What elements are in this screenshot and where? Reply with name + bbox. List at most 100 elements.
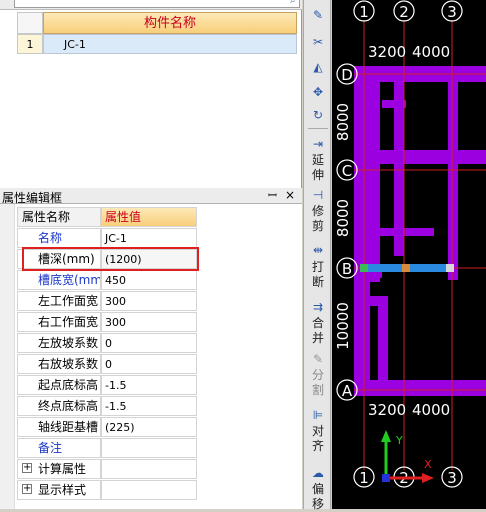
property-value[interactable]: 300 <box>101 312 197 332</box>
property-row-right-slope[interactable]: 右放坡系数 0 <box>17 354 197 374</box>
split-label: 分割 <box>311 368 324 397</box>
property-value[interactable]: 300 <box>101 291 197 311</box>
grid-row-component-name[interactable]: JC-1 <box>43 34 297 54</box>
align-button[interactable]: 对齐 <box>310 424 326 454</box>
wall-left <box>354 66 370 380</box>
break-icon[interactable]: ⇹ <box>310 243 326 257</box>
pin-icon[interactable]: ꟷ <box>268 190 280 202</box>
property-row-right-work-width[interactable]: 右工作面宽 300 <box>17 312 197 332</box>
break-button[interactable]: 打断 <box>310 260 326 290</box>
axis-top-label: 1 <box>359 3 369 21</box>
node-marker <box>446 264 454 272</box>
toolbar-divider <box>308 128 328 129</box>
property-row-axis-offset[interactable]: 轴线距基槽 (225) <box>17 417 197 437</box>
property-name: 起点底标高 <box>17 375 101 395</box>
node-marker <box>402 264 410 272</box>
search-input[interactable] <box>14 0 300 8</box>
dimension-top: 3200 <box>368 43 406 61</box>
property-row-left-slope[interactable]: 左放坡系数 0 <box>17 333 197 353</box>
property-row-gutter <box>0 204 15 509</box>
property-value[interactable]: -1.5 <box>101 375 197 395</box>
split-icon[interactable]: ✎ <box>310 352 326 366</box>
align-icon[interactable]: ⊫ <box>310 408 326 422</box>
wall-bottom <box>354 380 486 396</box>
split-button[interactable]: 分割 <box>310 368 326 398</box>
offset-icon[interactable]: ☁ <box>310 466 326 480</box>
align-label: 对齐 <box>311 424 324 453</box>
dimension-left: 8000 <box>334 103 352 141</box>
axis-left-label: A <box>342 382 353 400</box>
property-value[interactable]: 0 <box>101 354 197 374</box>
rotate-icon[interactable]: ↻ <box>310 108 326 122</box>
offset-button[interactable]: 偏移 <box>310 482 326 512</box>
dimension-bottom: 3200 <box>368 401 406 419</box>
property-row-bottom-width[interactable]: 槽底宽(mm) 450 <box>17 270 197 290</box>
wall-group <box>354 66 486 396</box>
property-header-row: 属性名称 属性值 <box>17 207 197 227</box>
wall-inner-2 <box>394 66 404 256</box>
property-row-remark[interactable]: 备注 <box>17 438 197 458</box>
property-name: 左放坡系数 <box>17 333 101 353</box>
trim-button[interactable]: 修剪 <box>310 204 326 234</box>
extend-label: 延伸 <box>311 153 324 182</box>
property-name: 右工作面宽 <box>17 312 101 332</box>
property-value[interactable]: JC-1 <box>101 228 197 248</box>
property-group-value <box>101 480 197 500</box>
extend-icon[interactable]: ⇥ <box>310 137 326 151</box>
axis-left-label: C <box>342 162 352 180</box>
grid-header-component-name[interactable]: 构件名称 <box>43 12 297 34</box>
property-value[interactable]: -1.5 <box>101 396 197 416</box>
drawing-canvas[interactable]: 1 2 3 3200 4000 D C B A 8000 8000 10000 … <box>332 0 486 509</box>
mirror-icon[interactable]: ◭ <box>310 60 326 74</box>
merge-label: 合并 <box>311 316 324 345</box>
property-name: 左工作面宽 <box>17 291 101 311</box>
wall-inner-3 <box>448 66 458 280</box>
property-name: 槽底宽(mm) <box>17 270 101 290</box>
grid-header-index <box>17 12 43 34</box>
close-icon[interactable]: × <box>285 189 297 202</box>
dimension-top: 4000 <box>412 43 450 61</box>
trim-icon[interactable]: ⊣ <box>310 188 326 202</box>
property-group-display[interactable]: 显示样式 <box>17 480 197 500</box>
property-name-header: 属性名称 <box>17 207 101 227</box>
ucs-y-label: Y <box>395 434 403 447</box>
property-name: 右放坡系数 <box>17 354 101 374</box>
property-row-start-bottom-elevation[interactable]: 起点底标高 -1.5 <box>17 375 197 395</box>
property-name: 轴线距基槽 <box>17 417 101 437</box>
axis-left-label: D <box>341 66 353 84</box>
break-label: 打断 <box>311 260 324 289</box>
offset-label: 偏移 <box>311 482 324 511</box>
property-value-header: 属性值 <box>101 207 197 227</box>
property-value[interactable]: (225) <box>101 417 197 437</box>
wall-inner-1 <box>370 66 380 282</box>
grid-row-index[interactable]: 1 <box>17 34 43 54</box>
expand-icon[interactable]: + <box>22 484 32 494</box>
extend-button[interactable]: 延伸 <box>310 153 326 183</box>
expand-icon[interactable]: + <box>22 463 32 473</box>
trim-label: 修剪 <box>311 204 324 233</box>
property-row-end-bottom-elevation[interactable]: 终点底标高 -1.5 <box>17 396 197 416</box>
property-group-value <box>101 459 197 479</box>
scissors-icon[interactable]: ✂ <box>310 35 326 49</box>
axis-top-label: 3 <box>447 3 457 21</box>
edit-toolbar: ✎ ✂ ◭ ✥ ↻ ⇥ 延伸 ⊣ 修剪 ⇹ 打断 ⇉ 合并 ✎ 分割 ⊫ 对齐 … <box>303 0 331 512</box>
property-value[interactable]: 0 <box>101 333 197 353</box>
dimension-left: 10000 <box>334 302 352 350</box>
highlight-annotation <box>22 247 199 271</box>
merge-button[interactable]: 合并 <box>310 316 326 346</box>
property-value[interactable] <box>101 438 197 458</box>
wall-lower-col <box>378 296 388 380</box>
merge-icon[interactable]: ⇉ <box>310 300 326 314</box>
property-row-name[interactable]: 名称 JC-1 <box>17 228 197 248</box>
pen-icon[interactable]: ✎ <box>310 8 326 22</box>
component-list-panel: ⌕ 构件名称 1 JC-1 <box>0 0 302 188</box>
property-name: 名称 <box>17 228 101 248</box>
move-icon[interactable]: ✥ <box>310 85 326 99</box>
property-group-calc[interactable]: 计算属性 <box>17 459 197 479</box>
search-icon[interactable]: ⌕ <box>290 0 300 6</box>
axis-bottom-label: 1 <box>359 469 369 487</box>
property-row-left-work-width[interactable]: 左工作面宽 300 <box>17 291 197 311</box>
search-strip: ⌕ <box>0 0 302 10</box>
node-marker <box>360 264 368 272</box>
property-value[interactable]: 450 <box>101 270 197 290</box>
